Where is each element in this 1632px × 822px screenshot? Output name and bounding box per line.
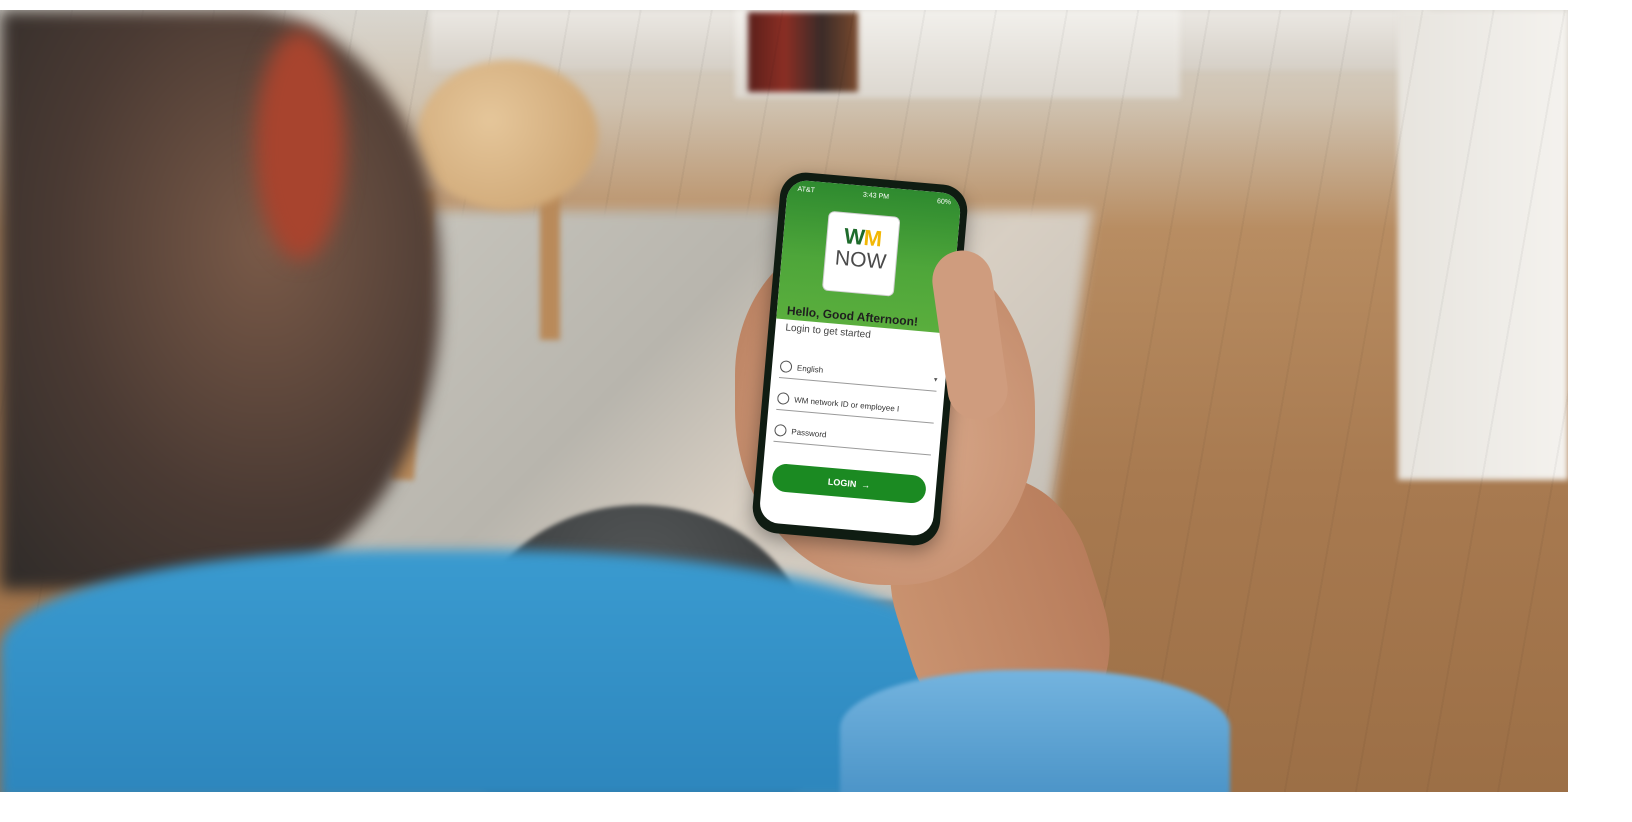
arrow-right-icon: →: [860, 479, 871, 491]
carrier: AT&T: [797, 185, 816, 194]
login-button[interactable]: LOGIN →: [771, 462, 928, 505]
table-leg: [540, 190, 560, 340]
sleeve: [840, 670, 1230, 792]
logo-m: M: [862, 224, 883, 252]
user-icon: [776, 391, 790, 405]
shirt: [0, 550, 980, 792]
phone-screen: AT&T 3:43 PM 60% WM NOW Hello, Good Afte…: [758, 179, 962, 537]
password-field[interactable]: Password: [773, 418, 933, 456]
man-ear: [255, 30, 345, 260]
login-label: LOGIN: [827, 476, 857, 490]
status-bar: AT&T 3:43 PM 60%: [797, 184, 951, 207]
username-field[interactable]: WM network ID or employee I: [776, 386, 936, 424]
smartphone: AT&T 3:43 PM 60% WM NOW Hello, Good Afte…: [750, 170, 970, 548]
side-table: [418, 60, 598, 210]
username-placeholder: WM network ID or employee I: [793, 394, 900, 414]
password-placeholder: Password: [791, 426, 827, 439]
photo-scene: AT&T 3:43 PM 60% WM NOW Hello, Good Afte…: [0, 10, 1568, 792]
wm-now-logo: WM NOW: [821, 210, 901, 297]
lock-icon: [773, 423, 787, 437]
language-select[interactable]: English ▾: [779, 355, 939, 392]
logo-w: W: [843, 223, 865, 250]
man-head: [0, 10, 440, 590]
battery: 60%: [936, 197, 952, 206]
globe-icon: [779, 360, 793, 374]
language-value: English: [796, 363, 824, 375]
logo-now: NOW: [834, 246, 888, 274]
clock: 3:43 PM: [862, 191, 890, 201]
chevron-down-icon: ▾: [933, 376, 938, 384]
